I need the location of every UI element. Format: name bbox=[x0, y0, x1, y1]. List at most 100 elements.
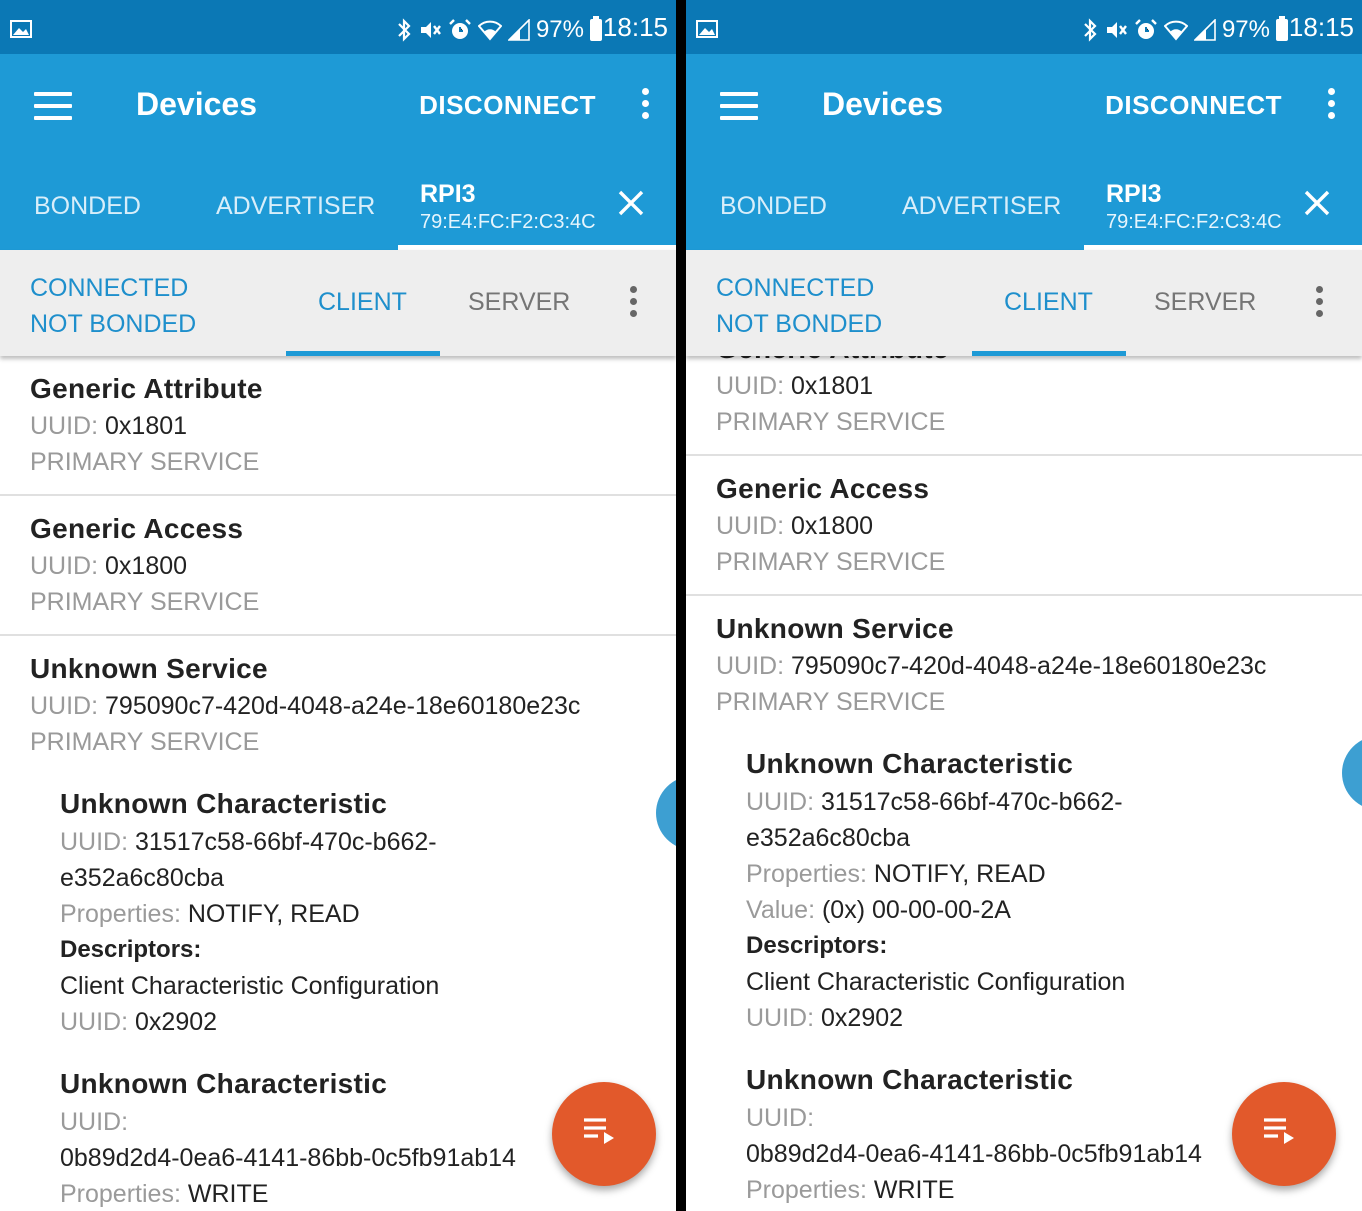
descriptor-uuid: 0x2902 bbox=[821, 1004, 904, 1032]
menu-icon[interactable] bbox=[34, 92, 72, 122]
menu-icon[interactable] bbox=[720, 92, 758, 122]
tab-advertiser[interactable]: ADVERTISER bbox=[902, 192, 1061, 221]
read-button[interactable] bbox=[1342, 736, 1362, 810]
characteristic-value: (0x) 00-00-00-2A bbox=[821, 896, 1011, 924]
uuid-label: UUID: bbox=[746, 788, 815, 816]
alarm-icon bbox=[449, 19, 471, 39]
characteristic-item[interactable]: Unknown Characteristic UUID: 31517c58-66… bbox=[716, 720, 1362, 1036]
phone-screen-left: 97% 18:15 Devices DISCONNECT BONDED ADVE… bbox=[0, 0, 676, 1211]
clock: 18:15 bbox=[602, 12, 668, 42]
uuid-label: UUID: bbox=[30, 692, 99, 720]
descriptor-item[interactable]: Client Characteristic Configuration UUID… bbox=[746, 964, 1242, 1036]
characteristic-uuid-part1: 31517c58-66bf-470c-b662- bbox=[135, 828, 437, 856]
service-uuid: 795090c7-420d-4048-a24e-18e60180e23c bbox=[105, 692, 581, 720]
close-icon[interactable] bbox=[616, 188, 646, 218]
subtab-indicator bbox=[972, 351, 1126, 356]
battery-percent: 97% bbox=[1221, 16, 1270, 43]
characteristic-uuid: 0b89d2d4-0ea6-4141-86bb-0c5fb91ab14 bbox=[746, 1140, 1202, 1168]
connected-label: CONNECTED bbox=[30, 274, 189, 302]
uuid-label: UUID: bbox=[746, 1104, 815, 1132]
characteristic-uuid-part2: e352a6c80cba bbox=[746, 824, 911, 852]
status-icons: 97% bbox=[396, 12, 602, 48]
bluetooth-icon bbox=[1084, 18, 1097, 42]
descriptor-item[interactable]: Client Characteristic Configuration UUID… bbox=[60, 968, 556, 1040]
characteristic-uuid-part2: e352a6c80cba bbox=[60, 864, 225, 892]
more-vert-icon[interactable] bbox=[1314, 286, 1324, 320]
uuid-label: UUID: bbox=[716, 652, 785, 680]
services-list[interactable]: Generic Attribute UUID: 0x1801 PRIMARY S… bbox=[0, 356, 676, 1211]
bond-state-label: NOT BONDED bbox=[30, 310, 197, 338]
uuid-label: UUID: bbox=[60, 1108, 129, 1136]
mute-icon bbox=[1106, 22, 1127, 38]
tab-server[interactable]: SERVER bbox=[468, 288, 570, 317]
characteristic-item[interactable]: Unknown Characteristic UUID: 31517c58-66… bbox=[30, 760, 676, 1040]
mute-icon bbox=[420, 22, 441, 38]
characteristic-properties: WRITE bbox=[187, 1180, 269, 1208]
services-list[interactable]: Generic Attribute UUID: 0x1801 PRIMARY S… bbox=[686, 356, 1362, 1211]
service-item-generic-access[interactable]: Generic Access UUID: 0x1800 PRIMARY SERV… bbox=[0, 496, 676, 636]
characteristic-uuid: 0b89d2d4-0ea6-4141-86bb-0c5fb91ab14 bbox=[60, 1144, 516, 1172]
app-bar: Devices DISCONNECT bbox=[686, 54, 1362, 158]
log-list-icon bbox=[1264, 1118, 1294, 1144]
properties-label: Properties: bbox=[746, 860, 867, 888]
read-button[interactable] bbox=[656, 776, 676, 850]
tab-client[interactable]: CLIENT bbox=[318, 288, 407, 317]
characteristic-name: Unknown Characteristic bbox=[60, 1068, 388, 1099]
service-uuid: 0x1800 bbox=[791, 512, 874, 540]
more-vert-icon[interactable] bbox=[628, 286, 638, 320]
characteristic-name: Unknown Characteristic bbox=[746, 748, 1074, 779]
characteristic-properties: WRITE bbox=[873, 1176, 955, 1204]
device-tab-bar: BONDED ADVERTISER RPI3 79:E4:FC:F2:C3:4C bbox=[686, 158, 1362, 250]
tab-bonded[interactable]: BONDED bbox=[720, 192, 827, 221]
close-icon[interactable] bbox=[1302, 188, 1332, 218]
service-item-generic-attribute[interactable]: Generic Attribute UUID: 0x1801 PRIMARY S… bbox=[0, 356, 676, 496]
device-address: 79:E4:FC:F2:C3:4C bbox=[420, 211, 596, 233]
uuid-label: UUID: bbox=[716, 372, 785, 400]
service-name: Unknown Service bbox=[716, 613, 954, 644]
characteristic-properties: NOTIFY, READ bbox=[187, 900, 360, 928]
log-fab-button[interactable] bbox=[1232, 1082, 1336, 1186]
bluetooth-icon bbox=[398, 18, 411, 42]
uuid-label: UUID: bbox=[746, 1004, 815, 1032]
device-name: RPI3 bbox=[1106, 180, 1162, 208]
properties-label: Properties: bbox=[746, 1176, 867, 1204]
connected-label: CONNECTED bbox=[716, 274, 875, 302]
descriptor-name: Client Characteristic Configuration bbox=[60, 972, 440, 1000]
tab-device-rpi3[interactable]: RPI3 79:E4:FC:F2:C3:4C bbox=[420, 180, 596, 234]
service-type: PRIMARY SERVICE bbox=[716, 688, 946, 716]
uuid-label: UUID: bbox=[30, 412, 99, 440]
more-vert-icon[interactable] bbox=[1326, 88, 1336, 124]
service-type: PRIMARY SERVICE bbox=[716, 548, 946, 576]
service-uuid: 795090c7-420d-4048-a24e-18e60180e23c bbox=[791, 652, 1267, 680]
status-icons: 97% bbox=[1082, 12, 1288, 48]
clock: 18:15 bbox=[1288, 12, 1354, 42]
log-fab-button[interactable] bbox=[552, 1082, 656, 1186]
connection-bar: CONNECTED NOT BONDED CLIENT SERVER bbox=[0, 250, 676, 356]
status-bar: 97% 18:15 bbox=[0, 0, 676, 54]
service-item-generic-attribute[interactable]: Generic Attribute UUID: 0x1801 PRIMARY S… bbox=[686, 356, 1362, 456]
subtab-indicator bbox=[286, 351, 440, 356]
characteristic-name: Unknown Characteristic bbox=[746, 1064, 1074, 1095]
connection-status: CONNECTED NOT BONDED bbox=[716, 270, 882, 342]
descriptor-uuid: 0x2902 bbox=[135, 1008, 218, 1036]
characteristic-name: Unknown Characteristic bbox=[60, 788, 388, 819]
uuid-label: UUID: bbox=[60, 828, 129, 856]
tab-server[interactable]: SERVER bbox=[1154, 288, 1256, 317]
app-title: Devices bbox=[136, 86, 257, 122]
more-vert-icon[interactable] bbox=[640, 88, 650, 124]
disconnect-button[interactable]: DISCONNECT bbox=[419, 90, 596, 121]
descriptor-name: Client Characteristic Configuration bbox=[746, 968, 1126, 996]
download-icon bbox=[656, 776, 676, 850]
service-name: Generic Attribute bbox=[30, 373, 263, 404]
wifi-icon bbox=[1163, 20, 1188, 41]
service-item-generic-access[interactable]: Generic Access UUID: 0x1800 PRIMARY SERV… bbox=[686, 456, 1362, 596]
tab-advertiser[interactable]: ADVERTISER bbox=[216, 192, 375, 221]
bond-state-label: NOT BONDED bbox=[716, 310, 883, 338]
service-name: Generic Access bbox=[30, 513, 244, 544]
tab-device-rpi3[interactable]: RPI3 79:E4:FC:F2:C3:4C bbox=[1106, 180, 1282, 234]
disconnect-button[interactable]: DISCONNECT bbox=[1105, 90, 1282, 121]
tab-bonded[interactable]: BONDED bbox=[34, 192, 141, 221]
device-tab-bar: BONDED ADVERTISER RPI3 79:E4:FC:F2:C3:4C bbox=[0, 158, 676, 250]
download-icon bbox=[1342, 736, 1362, 810]
tab-client[interactable]: CLIENT bbox=[1004, 288, 1093, 317]
